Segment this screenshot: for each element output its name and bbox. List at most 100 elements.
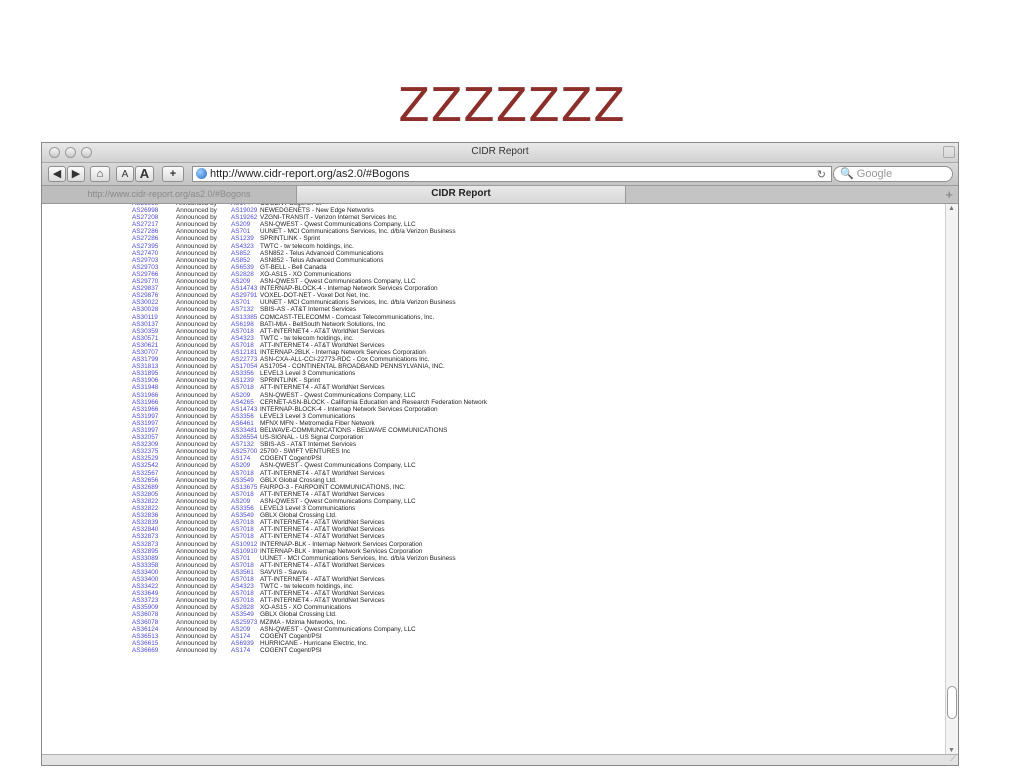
upstream-as-link[interactable]: AS209 [231,462,260,469]
origin-as-link[interactable]: AS32805 [132,491,176,498]
origin-as-link[interactable]: AS33358 [132,562,176,569]
upstream-as-link[interactable]: AS33481 [231,427,260,434]
upstream-as-link[interactable]: AS19029 [231,207,260,214]
origin-as-link[interactable]: AS29703 [132,257,176,264]
origin-as-link[interactable]: AS31997 [132,420,176,427]
upstream-as-link[interactable]: AS7132 [231,441,260,448]
upstream-as-link[interactable]: AS3356 [231,370,260,377]
origin-as-link[interactable]: AS31895 [132,370,176,377]
origin-as-link[interactable]: AS36669 [132,647,176,654]
origin-as-link[interactable]: AS32840 [132,526,176,533]
upstream-as-link[interactable]: AS10910 [231,548,260,555]
upstream-as-link[interactable]: AS22773 [231,356,260,363]
vertical-scrollbar[interactable]: ▲ ▼ [945,204,958,755]
upstream-as-link[interactable]: AS7018 [231,533,260,540]
upstream-as-link[interactable]: AS7018 [231,562,260,569]
origin-as-link[interactable]: AS31948 [132,384,176,391]
upstream-as-link[interactable]: AS209 [231,221,260,228]
upstream-as-link[interactable]: AS12181 [231,349,260,356]
origin-as-link[interactable]: AS30137 [132,321,176,328]
upstream-as-link[interactable]: AS209 [231,278,260,285]
upstream-as-link[interactable]: AS3561 [231,569,260,576]
origin-as-link[interactable]: AS30028 [132,306,176,313]
origin-as-link[interactable]: AS27217 [132,221,176,228]
upstream-as-link[interactable]: AS6939 [231,640,260,647]
origin-as-link[interactable]: AS30359 [132,328,176,335]
upstream-as-link[interactable]: AS6461 [231,420,260,427]
origin-as-link[interactable]: AS32822 [132,498,176,505]
upstream-as-link[interactable]: AS1239 [231,235,260,242]
origin-as-link[interactable]: AS32839 [132,519,176,526]
upstream-as-link[interactable]: AS3549 [231,611,260,618]
upstream-as-link[interactable]: AS3356 [231,413,260,420]
upstream-as-link[interactable]: AS3549 [231,512,260,519]
scroll-up-icon[interactable]: ▲ [948,205,955,212]
upstream-as-link[interactable]: AS7018 [231,597,260,604]
scroll-down-icon[interactable]: ▼ [948,747,955,754]
origin-as-link[interactable]: AS32656 [132,477,176,484]
upstream-as-link[interactable]: AS174 [231,633,260,640]
origin-as-link[interactable]: AS31966 [132,406,176,413]
search-field[interactable]: 🔍 Google [833,166,953,182]
origin-as-link[interactable]: AS33400 [132,569,176,576]
origin-as-link[interactable]: AS33089 [132,555,176,562]
upstream-as-link[interactable]: AS10912 [231,541,260,548]
origin-as-link[interactable]: AS32822 [132,505,176,512]
upstream-as-link[interactable]: AS7018 [231,470,260,477]
upstream-as-link[interactable]: AS7018 [231,384,260,391]
upstream-as-link[interactable]: AS209 [231,498,260,505]
origin-as-link[interactable]: AS30621 [132,342,176,349]
upstream-as-link[interactable]: AS4323 [231,243,260,250]
origin-as-link[interactable]: AS33649 [132,590,176,597]
upstream-as-link[interactable]: AS17054 [231,363,260,370]
origin-as-link[interactable]: AS31997 [132,413,176,420]
upstream-as-link[interactable]: AS7018 [231,328,260,335]
origin-as-link[interactable]: AS29703 [132,264,176,271]
upstream-as-link[interactable]: AS7018 [231,342,260,349]
origin-as-link[interactable]: AS32542 [132,462,176,469]
origin-as-link[interactable]: AS33723 [132,597,176,604]
upstream-as-link[interactable]: AS701 [231,228,260,235]
origin-as-link[interactable]: AS32873 [132,541,176,548]
upstream-as-link[interactable]: AS7018 [231,576,260,583]
origin-as-link[interactable]: AS36513 [132,633,176,640]
new-tab-icon[interactable]: + [945,187,953,202]
toolbar-toggle-button[interactable] [943,146,955,158]
upstream-as-link[interactable]: AS19262 [231,214,260,221]
origin-as-link[interactable]: AS30022 [132,299,176,306]
origin-as-link[interactable]: AS32836 [132,512,176,519]
upstream-as-link[interactable]: AS29791 [231,292,260,299]
upstream-as-link[interactable]: AS701 [231,299,260,306]
upstream-as-link[interactable]: AS852 [231,250,260,257]
upstream-as-link[interactable]: AS3549 [231,477,260,484]
upstream-as-link[interactable]: AS7018 [231,519,260,526]
origin-as-link[interactable]: AS32529 [132,455,176,462]
upstream-as-link[interactable]: AS3356 [231,505,260,512]
upstream-as-link[interactable]: AS174 [231,455,260,462]
origin-as-link[interactable]: AS31966 [132,392,176,399]
origin-as-link[interactable]: AS36615 [132,640,176,647]
origin-as-link[interactable]: AS32567 [132,470,176,477]
add-bookmark-button[interactable]: + [162,166,184,182]
upstream-as-link[interactable]: AS2828 [231,604,260,611]
address-bar[interactable]: http://www.cidr-report.org/as2.0/#Bogons… [192,166,832,182]
forward-button[interactable]: ▶ [67,166,85,182]
scrollbar-thumb[interactable] [947,686,957,719]
origin-as-link[interactable]: AS35909 [132,604,176,611]
upstream-as-link[interactable]: AS13385 [231,314,260,321]
origin-as-link[interactable]: AS32057 [132,434,176,441]
upstream-as-link[interactable]: AS7132 [231,306,260,313]
origin-as-link[interactable]: AS29837 [132,285,176,292]
upstream-as-link[interactable]: AS1239 [231,377,260,384]
origin-as-link[interactable]: AS32895 [132,548,176,555]
origin-as-link[interactable]: AS27208 [132,214,176,221]
upstream-as-link[interactable]: AS2828 [231,271,260,278]
upstream-as-link[interactable]: AS4323 [231,335,260,342]
origin-as-link[interactable]: AS36078 [132,611,176,618]
upstream-as-link[interactable]: AS25973 [231,619,260,626]
upstream-as-link[interactable]: AS7018 [231,590,260,597]
upstream-as-link[interactable]: AS174 [231,647,260,654]
origin-as-link[interactable]: AS27286 [132,228,176,235]
upstream-as-link[interactable]: AS4323 [231,583,260,590]
reload-icon[interactable]: ↻ [817,168,826,182]
